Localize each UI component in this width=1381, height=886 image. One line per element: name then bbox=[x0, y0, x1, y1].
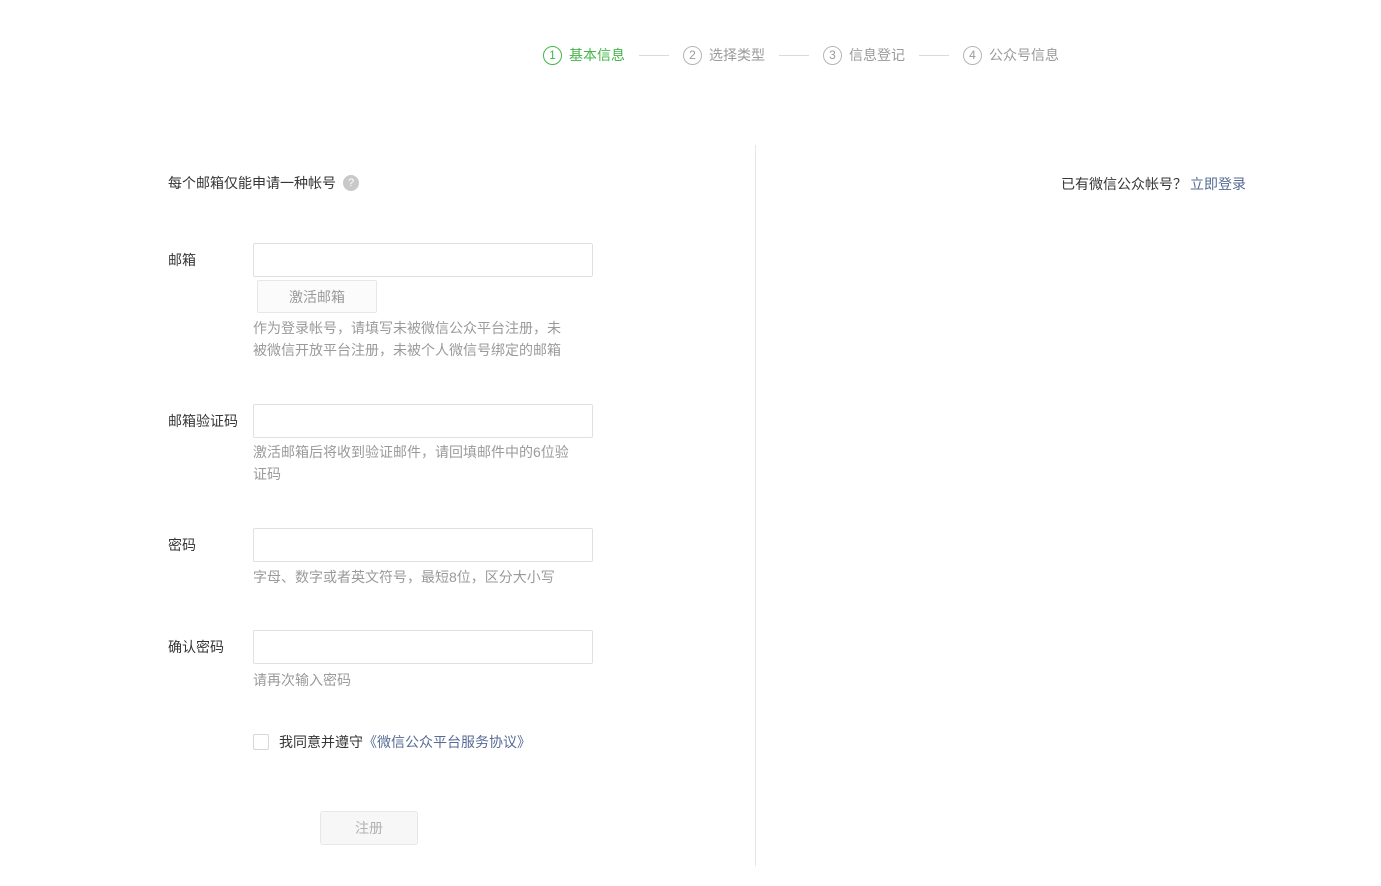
page-title: 每个邮箱仅能申请一种帐号 bbox=[168, 173, 336, 193]
email-label: 邮箱 bbox=[168, 243, 196, 277]
password-input[interactable] bbox=[253, 528, 593, 562]
step-info-registration: 3 信息登记 bbox=[823, 45, 905, 65]
question-mark-icon[interactable]: ? bbox=[343, 175, 359, 191]
step-basic-info: 1 基本信息 bbox=[543, 45, 625, 65]
service-agreement-link[interactable]: 《微信公众平台服务协议》 bbox=[363, 732, 531, 752]
login-prompt-text: 已有微信公众帐号？ bbox=[1061, 176, 1187, 192]
step-1-circle-icon: 1 bbox=[543, 46, 562, 65]
step-4-label: 公众号信息 bbox=[989, 45, 1059, 65]
step-2-label: 选择类型 bbox=[709, 45, 765, 65]
email-code-helper-text: 激活邮箱后将收到验证邮件，请回填邮件中的6位验证码 bbox=[253, 441, 573, 485]
step-4-circle-icon: 4 bbox=[963, 46, 982, 65]
wechat-mp-registration-page: 1 基本信息 2 选择类型 3 信息登记 4 公众号信息 每个邮箱仅能申请一种帐… bbox=[0, 0, 1381, 886]
confirm-password-helper-text: 请再次输入密码 bbox=[253, 669, 573, 691]
agreement-text: 我同意并遵守 bbox=[279, 732, 363, 752]
step-account-info: 4 公众号信息 bbox=[963, 45, 1059, 65]
step-connector-line bbox=[919, 55, 949, 56]
password-label: 密码 bbox=[168, 528, 196, 562]
agreement-row: 我同意并遵守 《微信公众平台服务协议》 bbox=[253, 732, 531, 752]
vertical-divider bbox=[755, 145, 756, 866]
email-code-label: 邮箱验证码 bbox=[168, 404, 238, 438]
step-connector-line bbox=[639, 55, 669, 56]
register-button[interactable]: 注册 bbox=[320, 811, 418, 845]
email-input[interactable] bbox=[253, 243, 593, 277]
step-choose-type: 2 选择类型 bbox=[683, 45, 765, 65]
agreement-checkbox[interactable] bbox=[253, 734, 269, 750]
activate-email-button[interactable]: 激活邮箱 bbox=[257, 280, 377, 313]
confirm-password-label: 确认密码 bbox=[168, 630, 224, 664]
step-2-circle-icon: 2 bbox=[683, 46, 702, 65]
email-helper-text: 作为登录帐号，请填写未被微信公众平台注册，未被微信开放平台注册，未被个人微信号绑… bbox=[253, 317, 573, 361]
password-helper-text: 字母、数字或者英文符号，最短8位，区分大小写 bbox=[253, 566, 573, 588]
confirm-password-input[interactable] bbox=[253, 630, 593, 664]
login-prompt: 已有微信公众帐号？立即登录 bbox=[1061, 174, 1246, 194]
registration-stepper: 1 基本信息 2 选择类型 3 信息登记 4 公众号信息 bbox=[543, 44, 1059, 66]
step-connector-line bbox=[779, 55, 809, 56]
form-title-row: 每个邮箱仅能申请一种帐号 ? bbox=[168, 173, 359, 193]
step-3-circle-icon: 3 bbox=[823, 46, 842, 65]
login-link[interactable]: 立即登录 bbox=[1190, 176, 1246, 192]
step-3-label: 信息登记 bbox=[849, 45, 905, 65]
email-code-input[interactable] bbox=[253, 404, 593, 438]
step-1-label: 基本信息 bbox=[569, 45, 625, 65]
